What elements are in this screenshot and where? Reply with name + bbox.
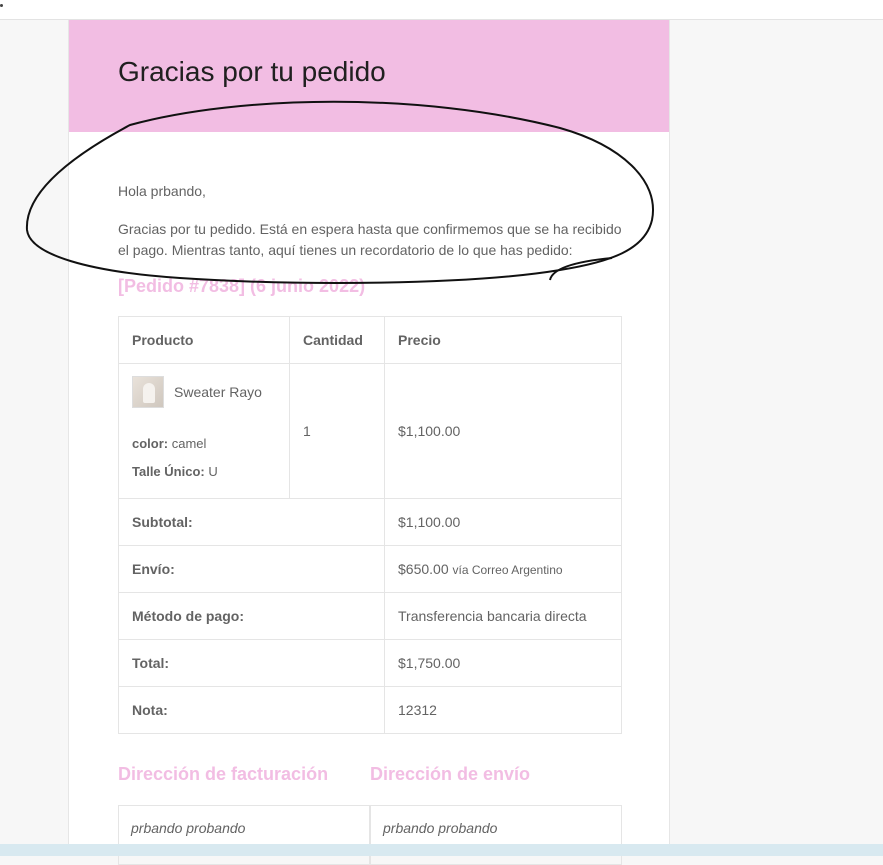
scribble-loop: [25, 100, 655, 284]
browser-bottom-bar: [0, 844, 883, 856]
hand-drawn-circle-annotation: [25, 100, 655, 284]
